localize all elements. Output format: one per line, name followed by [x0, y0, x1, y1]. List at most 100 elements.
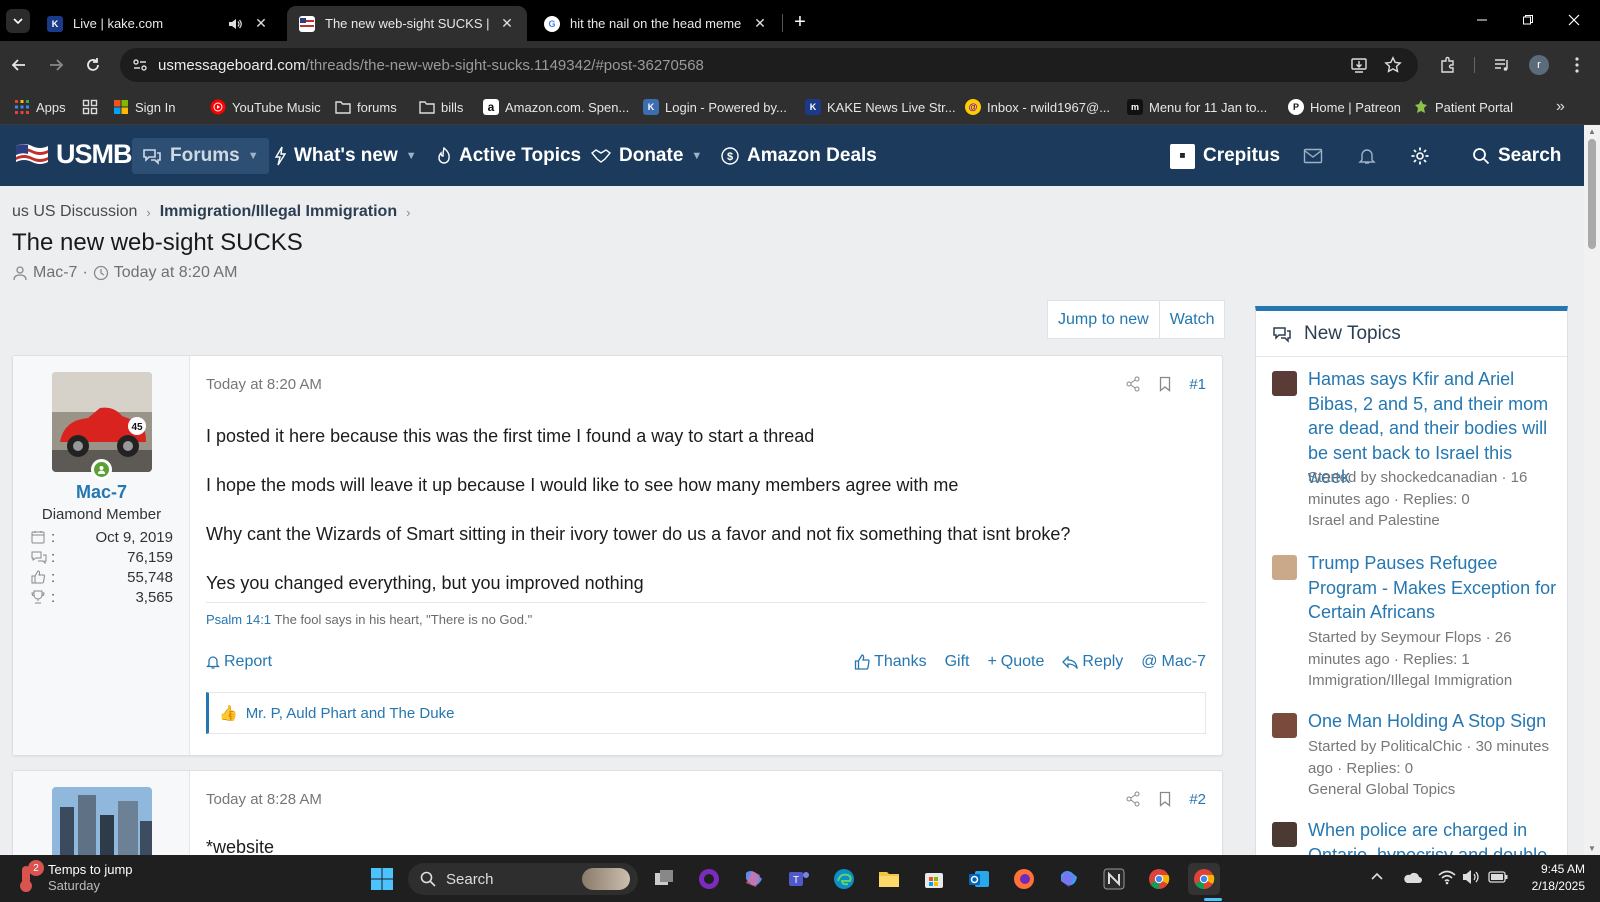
topic-title[interactable]: One Man Holding A Stop Sign [1308, 709, 1558, 734]
chrome-active-icon[interactable] [1188, 863, 1220, 895]
bookmark-apps[interactable]: Apps [14, 97, 66, 117]
profile-avatar[interactable]: r [1529, 55, 1549, 75]
outlook-icon[interactable] [963, 863, 995, 895]
reactions-list[interactable]: Mr. P, Auld Phart and The Duke [246, 705, 455, 722]
scroll-down-icon[interactable]: ▼ [1588, 844, 1596, 853]
thread-author[interactable]: Mac-7 [33, 264, 77, 282]
post-username[interactable]: Mac-7 [13, 482, 190, 503]
edge-icon[interactable] [828, 863, 860, 895]
nav-donate[interactable]: Donate ▼ [591, 142, 702, 170]
nav-amazon-deals[interactable]: $ Amazon Deals [721, 142, 877, 170]
gift-button[interactable]: Gift [945, 653, 970, 671]
topic-forum[interactable]: General Global Topics [1308, 779, 1558, 801]
caret-down-icon[interactable]: ▼ [406, 150, 417, 162]
share-icon[interactable] [1125, 791, 1141, 807]
tab-close-icon[interactable]: ✕ [499, 15, 515, 32]
onedrive-icon[interactable] [1402, 870, 1422, 884]
store-icon[interactable] [918, 863, 950, 895]
topic-title[interactable]: When police are charged in Ontario, hypo… [1308, 818, 1558, 855]
topic-title[interactable]: Trump Pauses Refugee Program - Makes Exc… [1308, 551, 1558, 625]
tab-close-icon[interactable]: ✕ [253, 15, 269, 32]
reactions-bar[interactable]: 👍 Mr. P, Auld Phart and The Duke [206, 692, 1206, 734]
tab-usmb[interactable]: The new web-sight SUCKS | US ✕ [287, 6, 527, 41]
caret-down-icon[interactable]: ▼ [691, 150, 702, 162]
bookmark-patient-portal[interactable]: Patient Portal [1413, 97, 1513, 117]
start-button[interactable] [366, 863, 398, 895]
restore-button[interactable] [1508, 8, 1548, 32]
bookmark-login[interactable]: K Login - Powered by... [643, 97, 787, 117]
firefox-icon[interactable] [1008, 863, 1040, 895]
notion-icon[interactable] [1098, 863, 1130, 895]
nav-settings[interactable] [1410, 142, 1430, 170]
address-bar[interactable]: usmessageboard.com/threads/the-new-web-s… [120, 48, 1418, 82]
signature-ref[interactable]: Psalm 14:1 [206, 612, 271, 627]
teams-icon[interactable]: T [783, 863, 815, 895]
report-button[interactable]: Report [206, 653, 272, 671]
app-circle-icon[interactable] [693, 863, 725, 895]
scroll-up-icon[interactable]: ▲ [1588, 127, 1596, 136]
jump-to-new-button[interactable]: Jump to new [1048, 301, 1159, 338]
post-date[interactable]: Today at 8:20 AM [206, 376, 322, 393]
file-explorer-icon[interactable] [873, 863, 905, 895]
wifi-icon[interactable] [1438, 869, 1456, 885]
bookmark-inbox[interactable]: @ Inbox - rwild1967@... [965, 97, 1110, 117]
watch-button[interactable]: Watch [1160, 301, 1225, 338]
bookmark-grid[interactable] [82, 97, 98, 117]
topic-forum[interactable]: Israel and Palestine [1308, 510, 1558, 532]
thread-date[interactable]: Today at 8:20 AM [114, 264, 238, 282]
chrome-icon[interactable] [1143, 863, 1175, 895]
tray-overflow-icon[interactable] [1370, 871, 1384, 881]
nav-inbox[interactable] [1303, 142, 1323, 170]
bookmark-forums[interactable]: forums [335, 97, 397, 117]
nav-forums[interactable]: Forums ▼ [132, 138, 269, 174]
task-view-icon[interactable] [648, 863, 680, 895]
avatar[interactable] [1272, 713, 1297, 738]
clock[interactable]: 9:45 AM 2/18/2025 [1525, 861, 1585, 895]
bookmark-star-icon[interactable] [1384, 56, 1402, 74]
volume-icon[interactable] [1462, 869, 1480, 885]
tab-google[interactable]: G hit the nail on the head meme ✕ [532, 6, 780, 41]
post-number[interactable]: #2 [1189, 791, 1206, 808]
new-tab-button[interactable]: + [788, 10, 812, 34]
avatar[interactable] [1272, 555, 1297, 580]
avatar[interactable] [52, 787, 152, 855]
bookmark-patreon[interactable]: P Home | Patreon [1288, 97, 1401, 117]
breadcrumb-item[interactable]: us US Discussion [12, 203, 137, 221]
tab-kake[interactable]: K Live | kake.com ✕ [35, 6, 281, 41]
taskbar-search[interactable]: Search [408, 863, 638, 895]
bookmark-bills[interactable]: bills [419, 97, 463, 117]
nav-active-topics[interactable]: Active Topics [437, 142, 581, 170]
minimize-button[interactable] [1462, 8, 1502, 32]
caret-down-icon[interactable]: ▼ [248, 150, 259, 162]
nav-alerts[interactable] [1358, 142, 1376, 170]
nav-whats-new[interactable]: What's new ▼ [274, 142, 417, 170]
bookmarks-overflow-icon[interactable]: » [1556, 97, 1565, 117]
close-window-button[interactable] [1554, 8, 1594, 32]
tab-search-button[interactable] [6, 9, 30, 33]
nav-search[interactable]: Search [1472, 142, 1561, 170]
avatar[interactable] [1272, 822, 1297, 847]
extensions-icon[interactable] [1436, 53, 1460, 77]
bookmark-kake-news[interactable]: K KAKE News Live Str... [805, 97, 956, 117]
thanks-button[interactable]: Thanks [854, 653, 927, 671]
bookmark-icon[interactable] [1159, 376, 1171, 392]
breadcrumb-item[interactable]: Immigration/Illegal Immigration [160, 203, 397, 221]
scrollbar-thumb[interactable] [1588, 139, 1596, 249]
forward-button[interactable] [44, 53, 68, 77]
mention-button[interactable]: @ Mac-7 [1141, 653, 1206, 671]
media-controls-icon[interactable] [1490, 53, 1514, 77]
avatar[interactable] [1272, 371, 1297, 396]
bookmark-amazon[interactable]: a Amazon.com. Spen... [483, 97, 629, 117]
reload-button[interactable] [81, 53, 105, 77]
copilot-icon[interactable] [738, 863, 770, 895]
reply-button[interactable]: Reply [1062, 653, 1123, 671]
bookmark-youtube-music[interactable]: YouTube Music [210, 97, 321, 117]
weather-widget[interactable]: 2 Temps to jump Saturday [14, 860, 133, 894]
back-button[interactable] [7, 53, 31, 77]
install-app-icon[interactable] [1350, 56, 1368, 74]
post-number[interactable]: #1 [1189, 376, 1206, 393]
bookmark-icon[interactable] [1159, 791, 1171, 807]
speaker-icon[interactable] [227, 16, 243, 32]
tab-close-icon[interactable]: ✕ [752, 15, 768, 32]
nav-user-account[interactable]: ▦ Crepitus [1170, 142, 1280, 170]
